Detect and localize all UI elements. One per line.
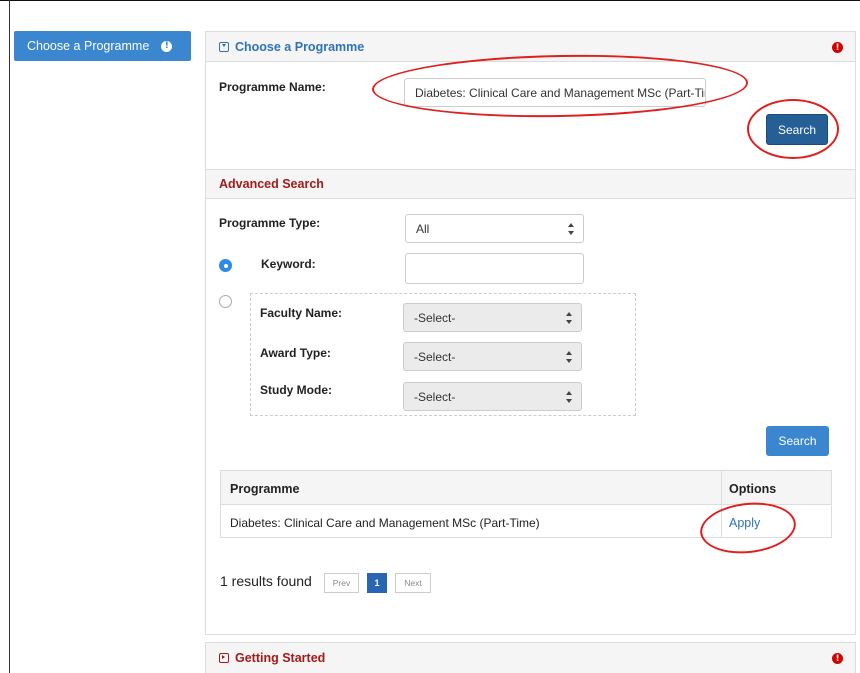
keyword-input[interactable] <box>405 253 584 284</box>
sidebar-choose-programme-label: Choose a Programme <box>27 39 150 53</box>
result-programme-cell: Diabetes: Clinical Care and Management M… <box>230 516 540 530</box>
pagination-prev-button[interactable]: Prev <box>324 573 359 593</box>
select-arrows-icon <box>566 351 573 363</box>
sidebar-choose-programme-button[interactable]: Choose a Programme ! <box>14 31 191 61</box>
apply-link[interactable]: Apply <box>729 516 760 530</box>
select-arrows-icon <box>566 391 573 403</box>
programme-type-value: All <box>416 221 430 236</box>
study-mode-select[interactable]: -Select- <box>403 382 582 411</box>
exclamation-circle-icon: ! <box>161 40 173 52</box>
faculty-name-label: Faculty Name: <box>260 306 343 320</box>
exclamation-circle-icon: ! <box>832 653 843 664</box>
getting-started-heading[interactable]: Getting Started ! <box>205 642 856 673</box>
frame-top-border <box>0 0 860 1</box>
results-count: 1 results found <box>220 573 312 589</box>
pagination-next-button[interactable]: Next <box>395 573 431 593</box>
collapse-toggle-icon <box>219 41 229 52</box>
results-table: Programme Options Diabetes: Clinical Car… <box>220 470 832 538</box>
exclamation-circle-icon: ! <box>832 42 843 53</box>
advanced-search-button[interactable]: Search <box>766 426 829 456</box>
study-mode-value: -Select- <box>414 389 456 404</box>
faculty-name-value: -Select- <box>414 310 456 325</box>
award-type-select[interactable]: -Select- <box>403 342 582 371</box>
keyword-radio[interactable] <box>219 259 232 272</box>
select-arrows-icon <box>566 312 573 324</box>
programme-column-header: Programme <box>230 482 300 496</box>
select-arrows-icon <box>568 223 575 235</box>
choose-programme-panel: Choose a Programme ! Programme Name: Dia… <box>205 31 856 635</box>
programme-type-select[interactable]: All <box>405 214 584 243</box>
frame-left-border <box>9 0 10 673</box>
programme-search-button[interactable]: Search <box>766 114 828 145</box>
column-divider <box>721 471 722 537</box>
award-type-value: -Select- <box>414 349 456 364</box>
pagination-page-1[interactable]: 1 <box>367 573 387 593</box>
options-column-header: Options <box>729 482 777 496</box>
choose-programme-heading[interactable]: Choose a Programme ! <box>206 32 855 62</box>
programme-type-label: Programme Type: <box>219 216 321 230</box>
filters-radio[interactable] <box>219 295 232 308</box>
faculty-name-select[interactable]: -Select- <box>403 303 582 332</box>
programme-name-input[interactable]: Diabetes: Clinical Care and Management M… <box>404 78 706 107</box>
study-mode-label: Study Mode: <box>260 383 332 397</box>
programme-name-label: Programme Name: <box>219 80 326 94</box>
award-type-label: Award Type: <box>260 346 331 360</box>
getting-started-heading-label: Getting Started <box>235 651 326 665</box>
expand-toggle-icon <box>219 653 229 663</box>
choose-programme-heading-label: Choose a Programme <box>235 39 365 54</box>
advanced-search-heading[interactable]: Advanced Search <box>206 169 855 199</box>
keyword-label: Keyword: <box>261 257 316 271</box>
